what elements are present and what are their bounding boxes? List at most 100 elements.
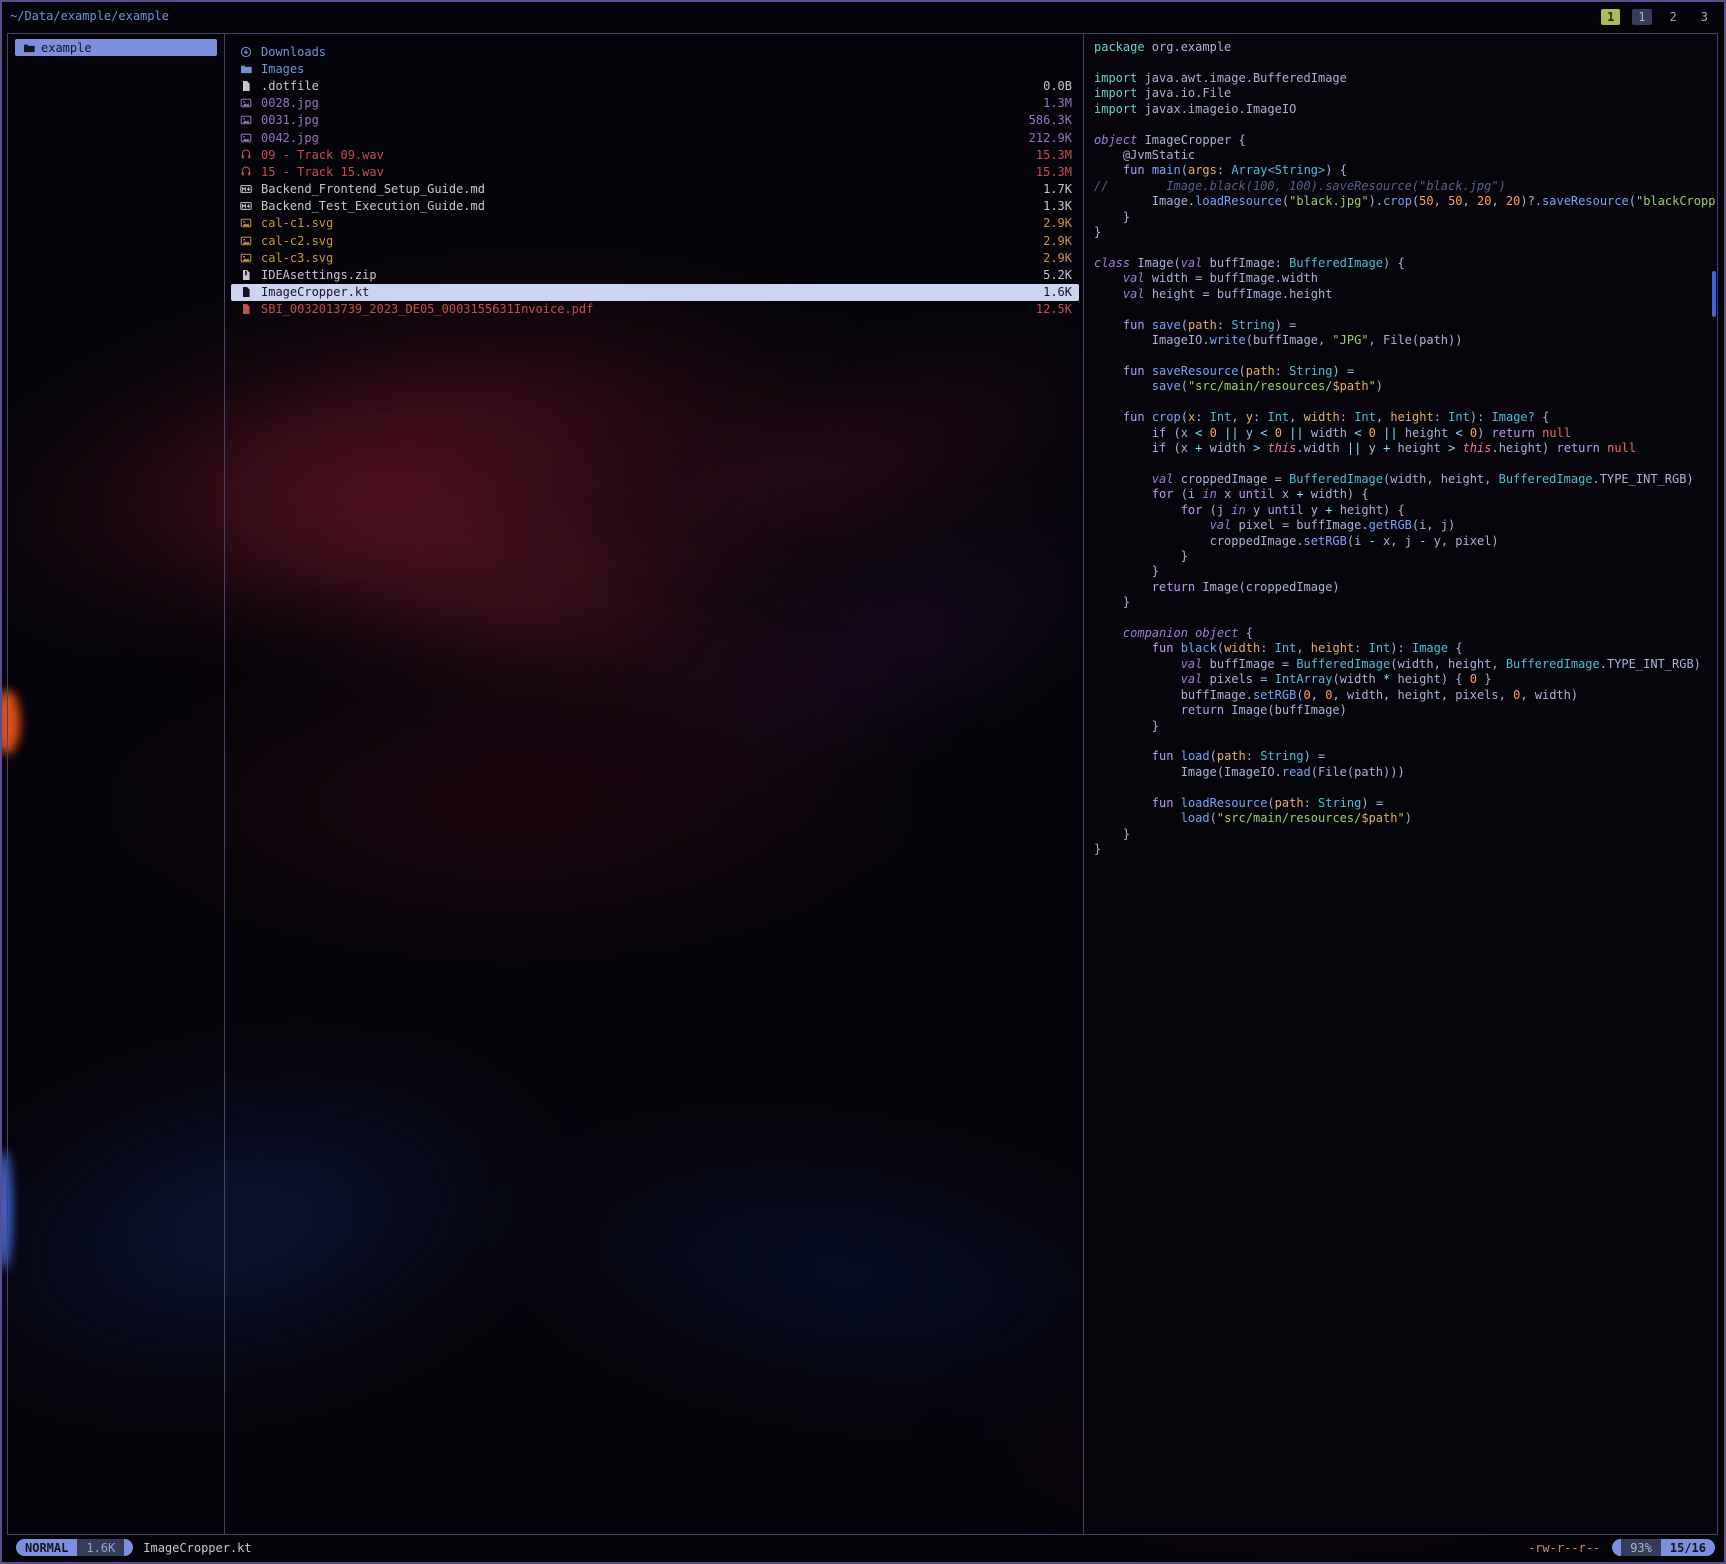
- file-row[interactable]: IDEAsettings.zip 5.2K: [231, 266, 1079, 283]
- code-line: val pixels = IntArray(width * height) { …: [1094, 672, 1715, 687]
- scroll-percent-badge: 93%: [1621, 1539, 1661, 1556]
- code-line: val width = buffImage.width: [1094, 271, 1715, 286]
- file-row[interactable]: Images: [231, 60, 1079, 77]
- image-file-icon: [240, 132, 254, 144]
- parent-item-label: example: [41, 41, 92, 55]
- code-line: val height = buffImage.height: [1094, 287, 1715, 302]
- file-name: ImageCropper.kt: [261, 285, 1035, 299]
- audio-file-icon: [240, 166, 254, 178]
- code-line: fun main(args: Array<String>) {: [1094, 163, 1715, 178]
- image-file-icon: [240, 114, 254, 126]
- file-name: IDEAsettings.zip: [261, 268, 1035, 282]
- code-line: fun saveResource(path: String) =: [1094, 364, 1715, 379]
- code-line: import java.io.File: [1094, 86, 1715, 101]
- file-row[interactable]: SBI_0032013739_2023_DE05_0003155631Invoi…: [231, 301, 1079, 318]
- file-size: 15.3M: [1036, 148, 1072, 162]
- code-line: package org.example: [1094, 40, 1715, 55]
- file-size: 2.9K: [1043, 251, 1072, 265]
- file-size: 586.3K: [1029, 113, 1072, 127]
- app-window: ~/Data/example/example 1123 example Down…: [0, 0, 1726, 1564]
- tab-item-3[interactable]: 3: [1695, 9, 1714, 25]
- image-file-icon: [240, 97, 254, 109]
- code-line: for (j in y until y + height) {: [1094, 503, 1715, 518]
- code-line: croppedImage.setRGB(i - x, j - y, pixel): [1094, 534, 1715, 549]
- status-left: NORMAL 1.6K ImageCropper.kt: [16, 1539, 252, 1556]
- file-name: Backend_Frontend_Setup_Guide.md: [261, 182, 1035, 196]
- file-row[interactable]: Downloads: [231, 43, 1079, 60]
- panes-frame: example DownloadsImages.dotfile0.0B0028.…: [7, 33, 1718, 1535]
- code-line: [1094, 240, 1715, 255]
- file-name: .dotfile: [261, 79, 1035, 93]
- pdf-file-icon: [240, 303, 254, 315]
- image-file-icon: [240, 217, 254, 229]
- markdown-file-icon: [240, 183, 254, 195]
- file-name: Backend_Test_Execution_Guide.md: [261, 199, 1035, 213]
- code-line: [1094, 55, 1715, 70]
- code-line: if (x + width > this.width || y + height…: [1094, 441, 1715, 456]
- file-name: 0031.jpg: [261, 113, 1021, 127]
- code-line: }: [1094, 564, 1715, 579]
- tasks-badge[interactable]: 1: [1601, 9, 1620, 25]
- code-line: object ImageCropper {: [1094, 133, 1715, 148]
- pill-cap: [124, 1539, 133, 1556]
- header-bar: ~/Data/example/example 1123: [8, 6, 1718, 28]
- file-row[interactable]: cal-c2.svg2.9K: [231, 232, 1079, 249]
- code-line: }: [1094, 595, 1715, 610]
- status-right: -rw-r--r-- 93% 15/16: [1528, 1539, 1715, 1556]
- image-file-icon: [240, 235, 254, 247]
- code-line: [1094, 780, 1715, 795]
- preview-scrollbar-thumb[interactable]: [1712, 271, 1716, 317]
- pill-cap: [1612, 1539, 1621, 1556]
- code-line: }: [1094, 210, 1715, 225]
- code-line: fun crop(x: Int, y: Int, width: Int, hei…: [1094, 410, 1715, 425]
- position-badge: 15/16: [1661, 1539, 1715, 1556]
- file-row[interactable]: 15 - Track 15.wav15.3M: [231, 163, 1079, 180]
- current-path: ~/Data/example/example: [10, 9, 169, 23]
- file-row[interactable]: Backend_Frontend_Setup_Guide.md1.7K: [231, 181, 1079, 198]
- code-line: [1094, 611, 1715, 626]
- file-permissions: -rw-r--r--: [1528, 1541, 1600, 1555]
- file-row[interactable]: ImageCropper.kt 1.6K: [231, 284, 1079, 301]
- code-line: return Image(buffImage): [1094, 703, 1715, 718]
- status-filename: ImageCropper.kt: [143, 1541, 251, 1555]
- code-line: [1094, 117, 1715, 132]
- code-line: [1094, 395, 1715, 410]
- file-row[interactable]: .dotfile0.0B: [231, 77, 1079, 94]
- file-row[interactable]: cal-c1.svg 2.9K: [231, 215, 1079, 232]
- file-row[interactable]: 09 - Track 09.wav 15.3M: [231, 146, 1079, 163]
- file-name: cal-c1.svg: [261, 216, 1035, 230]
- file-size: 212.9K: [1029, 131, 1072, 145]
- file-row[interactable]: Backend_Test_Execution_Guide.md1.3K: [231, 198, 1079, 215]
- file-row[interactable]: 0042.jpg212.9K: [231, 129, 1079, 146]
- file-row[interactable]: 0031.jpg 586.3K: [231, 112, 1079, 129]
- code-line: companion object {: [1094, 626, 1715, 641]
- file-size: 1.6K: [1043, 285, 1072, 299]
- preview-pane: package org.example import java.awt.image…: [1084, 34, 1717, 1534]
- file-size: 5.2K: [1043, 268, 1072, 282]
- archive-file-icon: [240, 269, 254, 281]
- status-bar: NORMAL 1.6K ImageCropper.kt -rw-r--r-- 9…: [7, 1539, 1719, 1556]
- code-line: }: [1094, 842, 1715, 857]
- code-line: [1094, 456, 1715, 471]
- parent-item-example[interactable]: example: [15, 39, 217, 56]
- code-line: @JvmStatic: [1094, 148, 1715, 163]
- code-line: import java.awt.image.BufferedImage: [1094, 71, 1715, 86]
- file-name: Downloads: [261, 45, 1064, 59]
- code-line: }: [1094, 225, 1715, 240]
- code-line: [1094, 302, 1715, 317]
- file-name: 09 - Track 09.wav: [261, 148, 1028, 162]
- file-name: cal-c3.svg: [261, 251, 1035, 265]
- file-row[interactable]: 0028.jpg1.3M: [231, 95, 1079, 112]
- tab-item-2[interactable]: 2: [1664, 9, 1683, 25]
- code-line: fun black(width: Int, height: Int): Imag…: [1094, 641, 1715, 656]
- tab-bar: 1123: [1601, 8, 1714, 26]
- code-line: fun load(path: String) =: [1094, 749, 1715, 764]
- file-row[interactable]: cal-c3.svg 2.9K: [231, 249, 1079, 266]
- code-line: }: [1094, 719, 1715, 734]
- tab-item-1[interactable]: 1: [1632, 9, 1651, 25]
- code-line: for (i in x until x + width) {: [1094, 487, 1715, 502]
- code-line: val croppedImage = BufferedImage(width, …: [1094, 472, 1715, 487]
- file-name: 15 - Track 15.wav: [261, 165, 1028, 179]
- folder-icon: [23, 42, 35, 54]
- file-size: 2.9K: [1043, 216, 1072, 230]
